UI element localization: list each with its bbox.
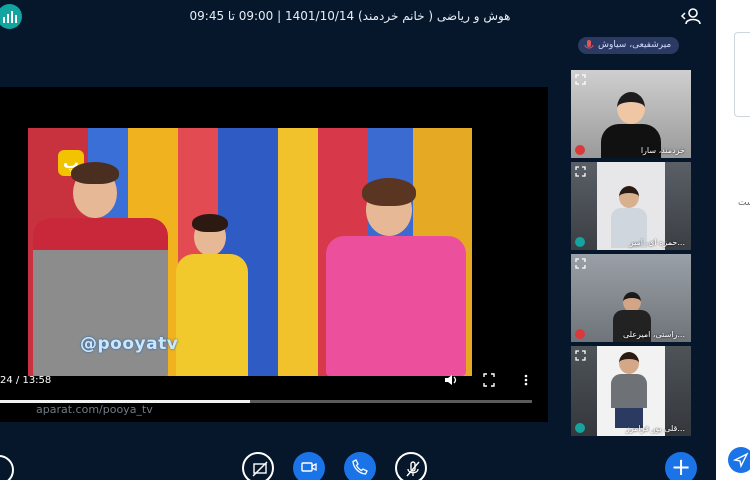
listen-only-icon bbox=[575, 237, 585, 247]
mic-muted-icon bbox=[575, 145, 585, 155]
volume-icon[interactable] bbox=[444, 373, 458, 387]
expand-icon[interactable] bbox=[575, 258, 586, 269]
expand-icon[interactable] bbox=[575, 74, 586, 85]
top-bar: هوش و ریاضی ( خانم خردمند) 1401/10/14 | … bbox=[0, 0, 715, 34]
mic-talking-icon bbox=[584, 40, 594, 49]
participant-name: خردمند، سارا bbox=[640, 146, 685, 155]
presenter-name: میرشفیعی، سیاوش bbox=[598, 40, 672, 50]
video-time: 24 / 13:58 bbox=[0, 375, 52, 386]
chat-panel: ست bbox=[716, 0, 750, 480]
video-watermark: @pooyatv bbox=[80, 334, 179, 354]
participant-tile[interactable]: خردمند، سارا bbox=[571, 70, 691, 158]
expand-icon[interactable] bbox=[575, 350, 586, 361]
phone-icon bbox=[352, 459, 368, 475]
chat-text-fragment: ست bbox=[738, 198, 750, 208]
video-frame: پ @pooyatv bbox=[28, 128, 472, 376]
chat-message-box bbox=[734, 32, 750, 117]
send-message-button[interactable] bbox=[728, 447, 750, 473]
participant-name: حمزه ای، امیر... bbox=[629, 238, 685, 247]
participant-name: قلی پور فرامرز... bbox=[625, 424, 685, 433]
send-icon bbox=[733, 452, 749, 468]
screenshare-off-icon bbox=[252, 461, 268, 477]
more-options-icon[interactable] bbox=[522, 373, 530, 387]
actions-plus-button[interactable]: + bbox=[665, 452, 697, 480]
session-title: هوش و ریاضی ( خانم خردمند) 1401/10/14 | … bbox=[189, 9, 511, 23]
video-source-caption: aparat.com/pooya_tv bbox=[36, 403, 153, 416]
audio-button[interactable] bbox=[344, 452, 376, 480]
users-icon[interactable] bbox=[680, 7, 702, 25]
fullscreen-icon[interactable] bbox=[483, 373, 495, 387]
participant-tile[interactable]: قلی پور فرامرز... bbox=[571, 346, 691, 436]
participant-tile[interactable]: راستی، امیرعلی... bbox=[571, 254, 691, 342]
camera-button[interactable] bbox=[293, 452, 325, 480]
mic-button[interactable] bbox=[395, 452, 427, 480]
shared-video-player[interactable]: پ @pooyatv 24 / 13:58 aparat.com/pooya_t bbox=[0, 87, 548, 422]
camera-icon bbox=[301, 462, 317, 472]
connection-stats-button[interactable] bbox=[0, 4, 22, 29]
presenter-badge: میرشفیعی، سیاوش bbox=[578, 37, 680, 54]
video-child-middle bbox=[176, 214, 256, 376]
mic-off-icon bbox=[406, 461, 420, 477]
mic-muted-icon bbox=[575, 329, 585, 339]
leave-audio-button[interactable] bbox=[0, 455, 14, 480]
expand-icon[interactable] bbox=[575, 166, 586, 177]
participant-name: راستی، امیرعلی... bbox=[622, 330, 685, 339]
listen-only-icon bbox=[575, 423, 585, 433]
participant-tile[interactable]: حمزه ای، امیر... bbox=[571, 162, 691, 250]
screenshare-button[interactable] bbox=[242, 452, 274, 480]
video-child-right bbox=[286, 178, 472, 376]
